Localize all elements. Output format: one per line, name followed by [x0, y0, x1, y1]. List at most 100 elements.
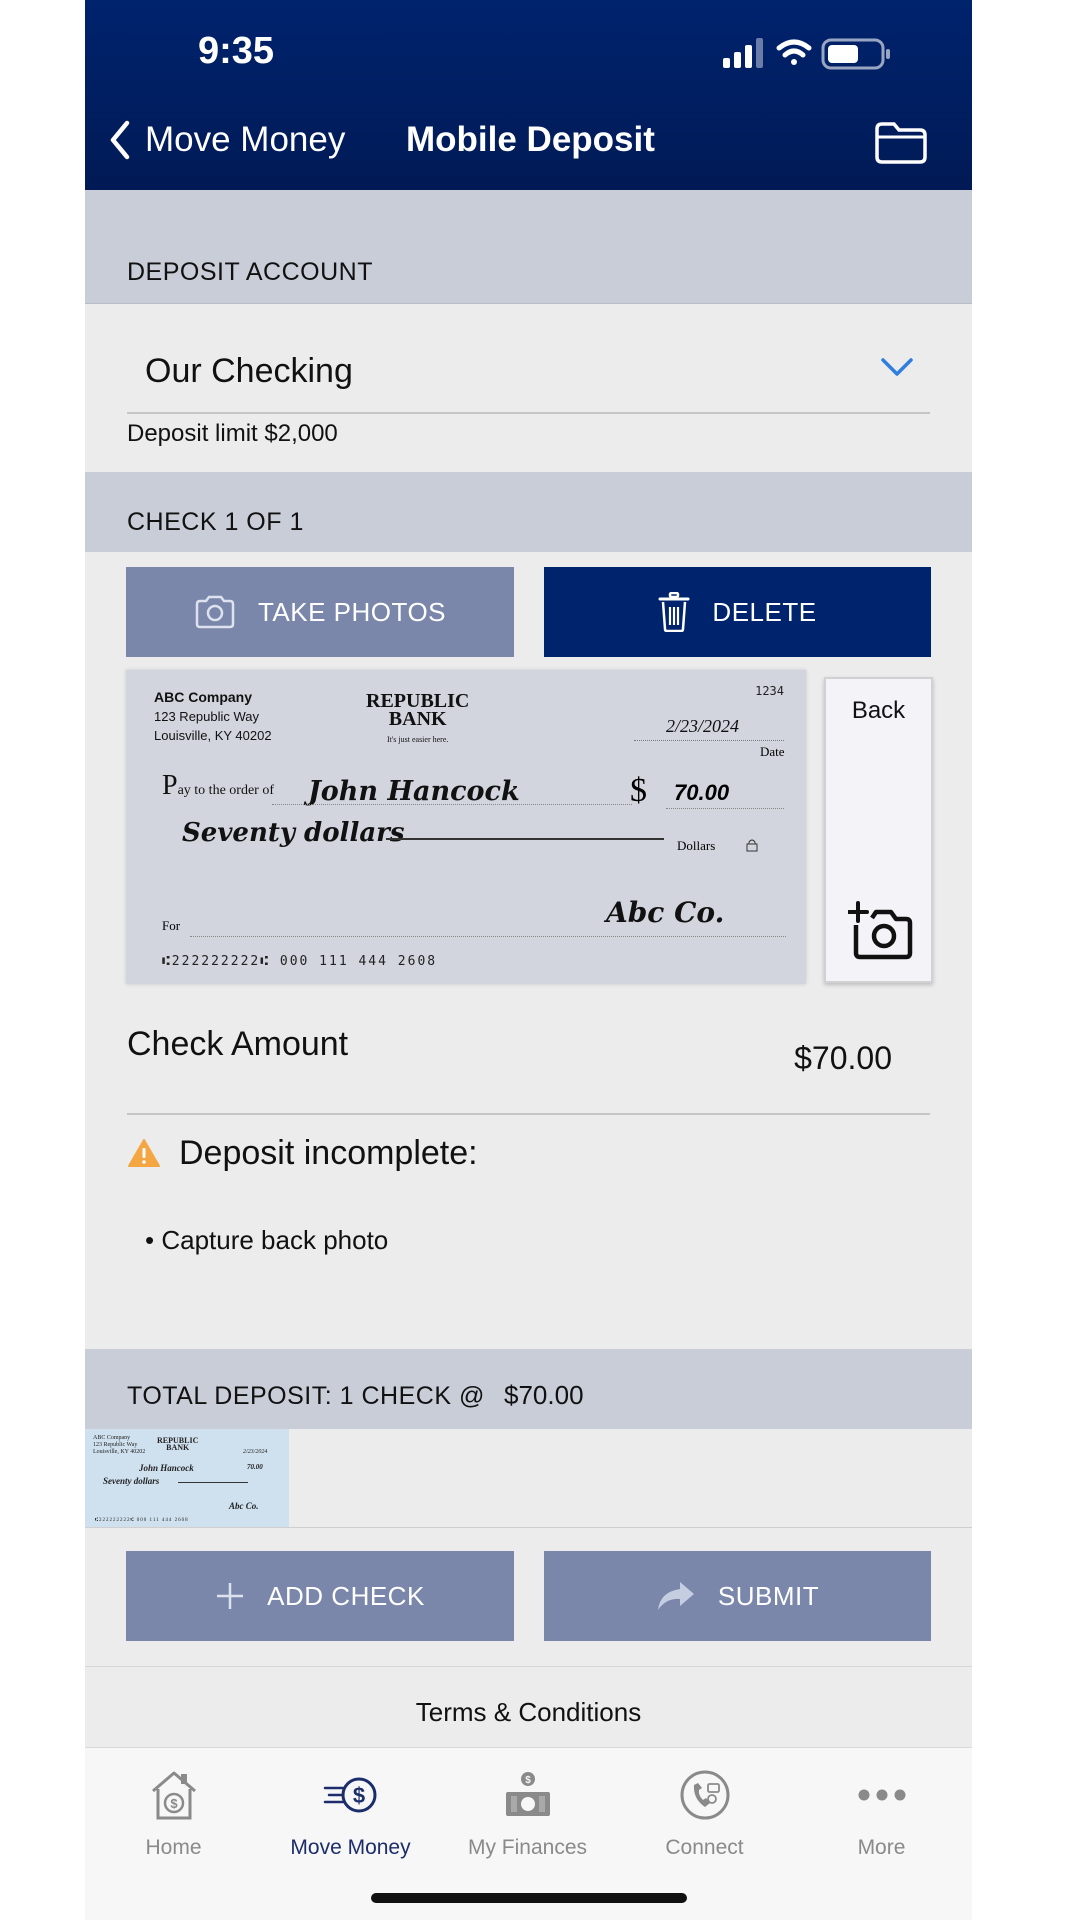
signal-icon: [723, 38, 763, 68]
check-address-line1: 123 Republic Way: [154, 709, 260, 724]
thumb-company-block: ABC Company 123 Republic Way Louisville, K…: [93, 1435, 146, 1455]
back-label: Move Money: [145, 120, 346, 159]
check-section-header: CHECK 1 OF 1: [85, 472, 972, 552]
bank-tagline: It's just easier here.: [386, 735, 449, 744]
terms-link[interactable]: Terms & Conditions: [85, 1697, 972, 1728]
thumb-micr: ⑆222222222⑆ 000 111 444 2608: [95, 1518, 189, 1523]
plus-icon: [217, 1583, 244, 1609]
wifi-icon: [776, 39, 812, 65]
check-payee: John Hancock: [308, 776, 520, 807]
divider: [85, 1666, 972, 1667]
deposit-incomplete-title: Deposit incomplete:: [179, 1134, 478, 1172]
tab-move-money-label: Move Money: [290, 1836, 411, 1859]
pay-to-text: ay to the order of: [177, 783, 274, 798]
app-screen: 9:35 Move Money Mobile Deposit DEPOSIT A…: [85, 0, 972, 1920]
svg-text:$: $: [170, 1796, 178, 1811]
check-company-name: ABC Company: [154, 689, 253, 705]
amount-line: [666, 808, 784, 809]
status-time: 9:35: [198, 30, 275, 72]
thumb-date: 2/23/2024: [243, 1449, 268, 1455]
take-photos-label: TAKE PHOTOS: [257, 596, 447, 627]
check-signature: Abc Co.: [606, 896, 725, 929]
tab-my-finances[interactable]: $ My Finances: [439, 1766, 616, 1860]
bank-name-line2: BANK: [388, 708, 447, 730]
add-check-button[interactable]: ADD CHECK: [126, 1551, 514, 1641]
pay-to-label: Pay to the order of: [162, 770, 274, 802]
delete-label: DELETE: [712, 596, 817, 627]
check-thumbnails: ABC Company 123 Republic Way Louisville, K…: [85, 1429, 972, 1528]
total-deposit-amount: $70.00: [504, 1380, 584, 1410]
words-line: [386, 838, 664, 840]
tab-home[interactable]: $ Home: [85, 1766, 262, 1860]
share-arrow-icon: [657, 1582, 694, 1610]
home-indicator[interactable]: [371, 1893, 687, 1903]
micr-line: ⑆222222222⑆ 000 111 444 2608: [162, 954, 438, 969]
check-amount-words: Seventy dollars: [182, 818, 405, 848]
check-number: 1234: [755, 684, 784, 698]
delete-button[interactable]: DELETE: [544, 567, 931, 657]
thumb-amount-words: Seventy dollars: [103, 1476, 160, 1486]
date-line: [634, 740, 784, 741]
tab-connect[interactable]: Connect: [616, 1766, 793, 1860]
chevron-left-icon: [110, 120, 130, 160]
tab-more-label: More: [857, 1836, 906, 1859]
dollar-sign: $: [630, 772, 647, 809]
dollars-label: Dollars: [677, 838, 716, 853]
total-deposit-label: TOTAL DEPOSIT: 1 CHECK @: [127, 1382, 485, 1410]
take-photos-button[interactable]: TAKE PHOTOS: [126, 567, 514, 657]
tab-home-label: Home: [145, 1836, 202, 1859]
memo-line: [190, 936, 786, 937]
deposit-account-label: DEPOSIT ACCOUNT: [127, 258, 373, 286]
submit-button[interactable]: SUBMIT: [544, 1551, 931, 1641]
header-bar: 9:35 Move Money Mobile Deposit: [85, 0, 972, 190]
thumb-signature: Abc Co.: [229, 1501, 259, 1511]
thumb-amount: 70.00: [247, 1463, 263, 1471]
svg-text:$: $: [525, 1775, 531, 1786]
tab-my-finances-label: My Finances: [467, 1836, 588, 1859]
check-address-line2: Louisville, KY 40202: [154, 728, 272, 743]
status-icons: [723, 34, 923, 74]
finances-icon: $: [505, 1772, 550, 1816]
chevron-down-icon: [881, 358, 913, 376]
check-company-block: ABC Company 123 Republic Way Louisville,…: [154, 688, 272, 745]
warning-icon: [128, 1139, 160, 1167]
check-amount-box: 70.00: [674, 780, 730, 805]
folder-button[interactable]: [874, 121, 928, 170]
padlock-icon: [746, 839, 758, 852]
page-title: Mobile Deposit: [406, 120, 655, 159]
back-button[interactable]: Move Money: [109, 120, 345, 160]
back-label: Back: [851, 697, 906, 724]
back-photo-capture[interactable]: Back: [824, 677, 933, 983]
thumb-payee: John Hancock: [139, 1463, 194, 1473]
check-count-label: CHECK 1 OF 1: [127, 508, 304, 536]
divider: [127, 1113, 930, 1115]
submit-label: SUBMIT: [717, 1580, 820, 1611]
selected-account: Our Checking: [145, 352, 353, 390]
check-front-image[interactable]: ABC Company 123 Republic Way Louisville,…: [126, 670, 806, 984]
tab-move-money[interactable]: $ Move Money: [262, 1766, 439, 1860]
deposit-limit: Deposit limit $2,000: [127, 420, 338, 447]
svg-text:$: $: [352, 1783, 364, 1808]
thumb-words-line: [178, 1482, 248, 1483]
battery-icon: [821, 38, 890, 70]
bank-logo: REPUBLIC BANK It's just easier here.: [366, 691, 469, 749]
tab-more[interactable]: More: [793, 1766, 970, 1860]
check-amount-label: Check Amount: [127, 1025, 349, 1063]
check-date: 2/23/2024: [666, 716, 740, 736]
tab-connect-label: Connect: [665, 1836, 744, 1859]
warning-item: • Capture back photo: [145, 1225, 389, 1255]
camera-icon: [195, 595, 235, 629]
pay-prefix: P: [162, 770, 178, 801]
add-check-label: ADD CHECK: [267, 1580, 425, 1611]
home-money-icon: $: [151, 1771, 196, 1820]
thumb-bank-logo: REPUBLIC BANK: [157, 1436, 199, 1452]
check-thumbnail[interactable]: ABC Company 123 Republic Way Louisville, K…: [85, 1429, 289, 1527]
move-money-icon: $: [323, 1777, 376, 1813]
date-label: Date: [760, 744, 785, 759]
connect-phone-icon: [680, 1770, 729, 1820]
check-amount-value: $70.00: [794, 1040, 892, 1076]
folder-icon: [875, 122, 927, 164]
add-photo-icon: [848, 901, 913, 960]
for-label: For: [162, 918, 181, 933]
account-dropdown[interactable]: Our Checking: [127, 330, 930, 414]
